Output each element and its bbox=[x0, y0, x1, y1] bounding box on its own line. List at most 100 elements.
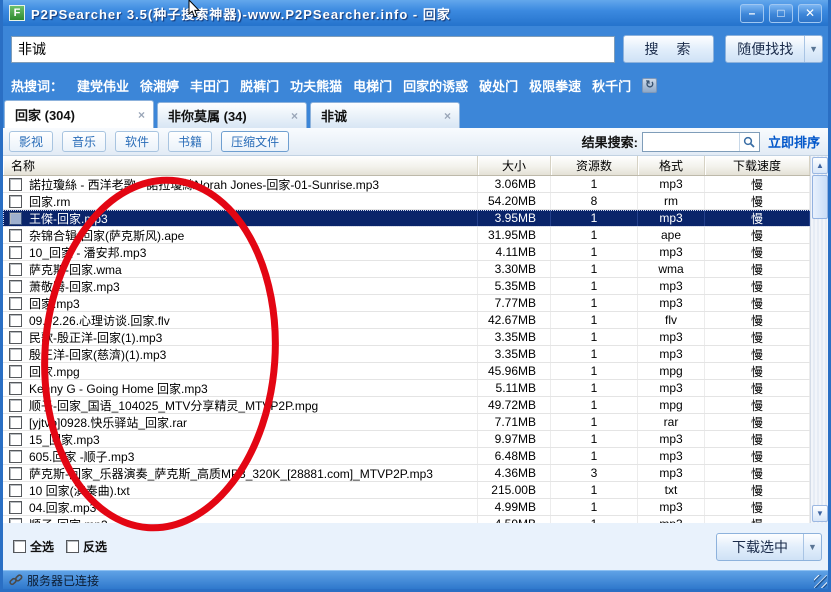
hot-search-word[interactable]: 丰田门 bbox=[190, 76, 229, 95]
filter-button-软件[interactable]: 软件 bbox=[115, 131, 159, 152]
hot-search-word[interactable]: 脱裤门 bbox=[240, 76, 279, 95]
table-row[interactable]: 回家.mpg45.96MB1mpg慢 bbox=[3, 363, 828, 380]
download-selected-button[interactable]: 下载选中 bbox=[717, 534, 803, 560]
close-icon[interactable]: × bbox=[136, 108, 147, 122]
column-header-name[interactable]: 名称 bbox=[3, 156, 478, 175]
chevron-down-icon[interactable]: ▼ bbox=[804, 36, 822, 62]
table-row[interactable]: 杂锦合辑-回家(萨克斯风).ape31.95MB1ape慢 bbox=[3, 227, 828, 244]
table-row[interactable]: 萨克斯-回家.wma3.30MB1wma慢 bbox=[3, 261, 828, 278]
row-checkbox[interactable] bbox=[9, 280, 22, 293]
refresh-icon[interactable]: ↻ bbox=[642, 78, 657, 93]
random-search-split-button[interactable]: 随便找找 ▼ bbox=[725, 35, 823, 63]
filter-button-压缩文件[interactable]: 压缩文件 bbox=[221, 131, 289, 152]
search-input[interactable] bbox=[11, 36, 615, 63]
table-row[interactable]: 605.回家 -顺子.mp36.48MB1mp3慢 bbox=[3, 448, 828, 465]
title-bar[interactable]: F P2PSearcher 3.5(种子搜索神器)-www.P2PSearche… bbox=[3, 0, 828, 26]
table-row[interactable]: 10_回家 - 潘安邦.mp34.11MB1mp3慢 bbox=[3, 244, 828, 261]
search-icon[interactable] bbox=[739, 133, 759, 151]
close-icon[interactable]: × bbox=[442, 109, 453, 123]
column-header-format[interactable]: 格式 bbox=[638, 156, 705, 175]
row-checkbox[interactable] bbox=[9, 212, 22, 225]
row-checkbox[interactable] bbox=[9, 382, 22, 395]
row-checkbox[interactable] bbox=[9, 229, 22, 242]
cell-count: 1 bbox=[551, 516, 638, 523]
app-icon: F bbox=[9, 5, 25, 21]
random-search-button[interactable]: 随便找找 bbox=[726, 36, 804, 62]
hot-search-word[interactable]: 徐湘婷 bbox=[140, 76, 179, 95]
cell-size: 215.00B bbox=[478, 482, 551, 498]
hot-search-word[interactable]: 秋千门 bbox=[592, 76, 631, 95]
invert-select-checkbox-group[interactable]: 反选 bbox=[66, 538, 107, 555]
table-row[interactable]: 諾拉瓊絲 - 西洋老歌 - 諾拉瓊絲Norah Jones-回家-01-Sunr… bbox=[3, 176, 828, 193]
search-button[interactable]: 搜 索 bbox=[623, 35, 715, 63]
row-checkbox[interactable] bbox=[9, 348, 22, 361]
row-checkbox[interactable] bbox=[9, 314, 22, 327]
table-row[interactable]: 民歌-殷正洋-回家(1).mp33.35MB1mp3慢 bbox=[3, 329, 828, 346]
row-checkbox[interactable] bbox=[9, 518, 22, 524]
table-row[interactable]: 09.02.26.心理访谈.回家.flv42.67MB1flv慢 bbox=[3, 312, 828, 329]
row-checkbox[interactable] bbox=[9, 331, 22, 344]
row-checkbox[interactable] bbox=[9, 178, 22, 191]
row-checkbox[interactable] bbox=[9, 263, 22, 276]
minimize-button[interactable]: – bbox=[740, 4, 764, 23]
close-button[interactable]: ✕ bbox=[798, 4, 822, 23]
row-checkbox[interactable] bbox=[9, 365, 22, 378]
row-checkbox[interactable] bbox=[9, 297, 22, 310]
scrollbar-thumb[interactable] bbox=[812, 175, 828, 219]
table-row[interactable]: 回家.rm54.20MB8rm慢 bbox=[3, 193, 828, 210]
table-row[interactable]: 王傑-回家.mp33.95MB1mp3慢 bbox=[3, 210, 828, 227]
table-row[interactable]: 04.回家.mp34.99MB1mp3慢 bbox=[3, 499, 828, 516]
hot-search-word[interactable]: 功夫熊猫 bbox=[290, 76, 342, 95]
table-row[interactable]: [yjtvo]0928.快乐驿站_回家.rar7.71MB1rar慢 bbox=[3, 414, 828, 431]
tab-非诚[interactable]: 非诚× bbox=[310, 102, 460, 128]
table-row[interactable]: 15_回家.mp39.97MB1mp3慢 bbox=[3, 431, 828, 448]
column-header-size[interactable]: 大小 bbox=[478, 156, 551, 175]
row-checkbox[interactable] bbox=[9, 450, 22, 463]
resize-grip[interactable] bbox=[814, 575, 827, 588]
row-checkbox[interactable] bbox=[9, 195, 22, 208]
column-header-count[interactable]: 资源数 bbox=[551, 156, 638, 175]
file-name: 回家.mpg bbox=[29, 363, 80, 379]
cell-count: 1 bbox=[551, 499, 638, 515]
filter-button-音乐[interactable]: 音乐 bbox=[62, 131, 106, 152]
table-row[interactable]: 殷正洋-回家(慈濟)(1).mp33.35MB1mp3慢 bbox=[3, 346, 828, 363]
tab-非你莫属 (34)[interactable]: 非你莫属 (34)× bbox=[157, 102, 307, 128]
hot-search-word[interactable]: 建党伟业 bbox=[77, 76, 129, 95]
row-checkbox[interactable] bbox=[9, 501, 22, 514]
sort-now-link[interactable]: 立即排序 bbox=[768, 132, 820, 151]
select-all-checkbox-group[interactable]: 全选 bbox=[13, 538, 54, 555]
hot-search-word[interactable]: 破处门 bbox=[479, 76, 518, 95]
close-icon[interactable]: × bbox=[289, 109, 300, 123]
table-row[interactable]: 萧敬腾-回家.mp35.35MB1mp3慢 bbox=[3, 278, 828, 295]
hot-search-word[interactable]: 回家的诱惑 bbox=[403, 76, 468, 95]
column-header-speed[interactable]: 下载速度 bbox=[705, 156, 810, 175]
invert-select-checkbox[interactable] bbox=[66, 540, 79, 553]
select-all-checkbox[interactable] bbox=[13, 540, 26, 553]
table-row[interactable]: Kenny G - Going Home 回家.mp35.11MB1mp3慢 bbox=[3, 380, 828, 397]
row-checkbox[interactable] bbox=[9, 433, 22, 446]
scroll-up-icon[interactable]: ▲ bbox=[812, 157, 828, 174]
chevron-down-icon[interactable]: ▼ bbox=[803, 534, 821, 560]
download-selected-split-button[interactable]: 下载选中 ▼ bbox=[716, 533, 822, 561]
table-row[interactable]: 萨克斯-回家_乐器演奏_萨克斯_高质MP3_320K_[28881.com]_M… bbox=[3, 465, 828, 482]
row-checkbox[interactable] bbox=[9, 399, 22, 412]
row-checkbox[interactable] bbox=[9, 467, 22, 480]
hot-search-word[interactable]: 电梯门 bbox=[353, 76, 392, 95]
row-checkbox[interactable] bbox=[9, 416, 22, 429]
maximize-button[interactable]: □ bbox=[769, 4, 793, 23]
row-checkbox[interactable] bbox=[9, 484, 22, 497]
table-row[interactable]: 回家.mp37.77MB1mp3慢 bbox=[3, 295, 828, 312]
row-checkbox[interactable] bbox=[9, 246, 22, 259]
filter-button-影视[interactable]: 影视 bbox=[9, 131, 53, 152]
filter-button-书籍[interactable]: 书籍 bbox=[168, 131, 212, 152]
hot-search-word[interactable]: 极限拳速 bbox=[529, 76, 581, 95]
scroll-down-icon[interactable]: ▼ bbox=[812, 505, 828, 522]
table-row[interactable]: 10 回家(演奏曲).txt215.00B1txt慢 bbox=[3, 482, 828, 499]
tab-回家 (304)[interactable]: 回家 (304)× bbox=[4, 100, 154, 128]
table-row[interactable]: 顺子-回家.mp34.59MB1mp3慢 bbox=[3, 516, 828, 523]
cell-name: 王傑-回家.mp3 bbox=[3, 210, 478, 226]
vertical-scrollbar[interactable]: ▲ ▼ bbox=[810, 156, 828, 523]
table-row[interactable]: 顺子-回家_国语_104025_MTV分享精灵_MTVP2P.mpg49.72M… bbox=[3, 397, 828, 414]
result-search-input[interactable] bbox=[643, 133, 739, 151]
cell-size: 5.35MB bbox=[478, 278, 551, 294]
